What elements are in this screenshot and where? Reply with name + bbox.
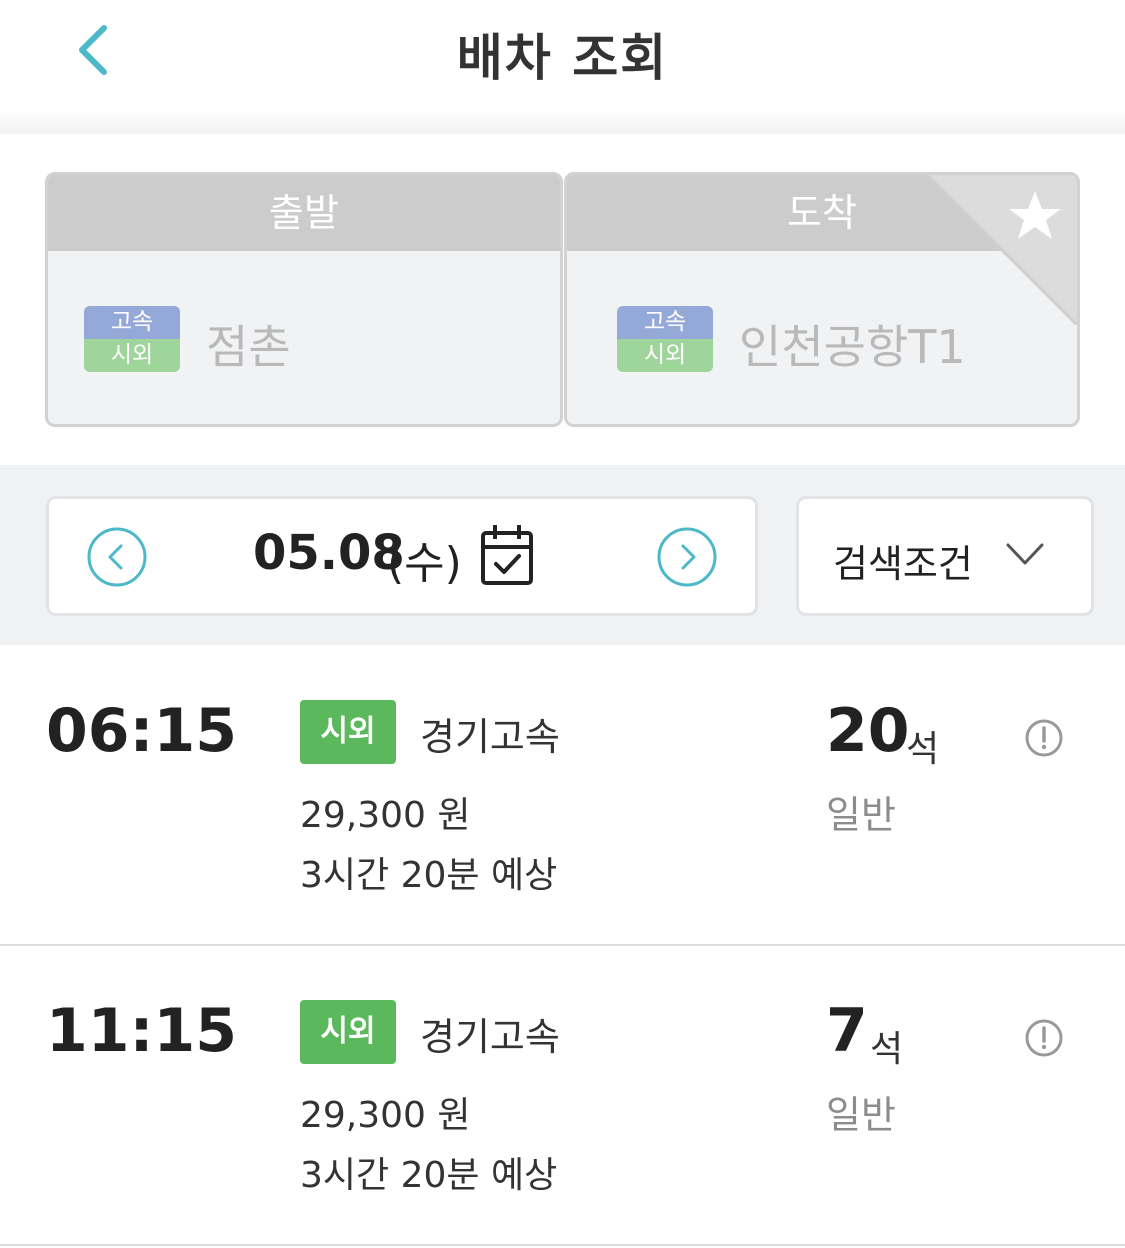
bus-schedule-screen: 배차 조회 출발 고속 시외 점촌 도착 고속 시외 인천공항T1 05.08 … <box>0 0 1125 1248</box>
arrival-card[interactable]: 도착 고속 시외 인천공항T1 <box>564 172 1080 427</box>
search-condition-label: 검색조건 <box>833 542 973 586</box>
express-badge: 고속 <box>617 306 713 339</box>
calendar-check-icon[interactable] <box>479 523 535 587</box>
departure-terminal: 점촌 <box>206 320 291 374</box>
departure-body: 고속 시외 점촌 <box>48 251 560 424</box>
seats-unit: 석 <box>870 1029 904 1070</box>
bus-company: 경기고속 <box>420 1015 560 1059</box>
schedule-row[interactable]: 06:15 시외 경기고속 29,300 원 3시간 20분 예상 20 석 일… <box>0 646 1125 946</box>
info-exclamation-icon[interactable] <box>1024 718 1064 758</box>
terminal-type-badge: 고속 시외 <box>84 306 180 372</box>
bus-type-badge: 시외 <box>300 700 396 764</box>
intercity-badge: 시외 <box>617 339 713 372</box>
departure-card[interactable]: 출발 고속 시외 점촌 <box>45 172 563 427</box>
departure-time: 06:15 <box>46 696 237 766</box>
bus-grade: 일반 <box>826 793 896 837</box>
info-exclamation-icon[interactable] <box>1024 1018 1064 1058</box>
fare: 29,300 원 <box>300 795 471 836</box>
page-title: 배차 조회 <box>456 29 669 87</box>
estimated-duration: 3시간 20분 예상 <box>300 855 558 896</box>
express-badge: 고속 <box>84 306 180 339</box>
search-condition-dropdown[interactable]: 검색조건 <box>796 496 1094 616</box>
schedule-row[interactable]: 11:15 시외 경기고속 29,300 원 3시간 20분 예상 7 석 일반 <box>0 946 1125 1246</box>
selected-weekday: (수) <box>387 538 462 589</box>
remaining-seats: 20 <box>826 696 910 766</box>
terminal-type-badge: 고속 시외 <box>617 306 713 372</box>
header-divider <box>0 112 1125 134</box>
bus-company: 경기고속 <box>420 715 560 759</box>
bus-type-badge: 시외 <box>300 1000 396 1064</box>
bus-grade: 일반 <box>826 1093 896 1137</box>
app-header: 배차 조회 <box>0 0 1125 134</box>
row-divider <box>0 1244 1125 1246</box>
date-selector: 05.08 (수) <box>46 496 758 616</box>
seats-unit: 석 <box>906 729 940 770</box>
selected-date[interactable]: 05.08 <box>253 525 405 581</box>
departure-time: 11:15 <box>46 996 237 1066</box>
departure-header: 출발 <box>48 175 560 251</box>
prev-date-button[interactable] <box>87 527 147 587</box>
chevron-down-icon <box>1006 543 1044 565</box>
fare: 29,300 원 <box>300 1095 471 1136</box>
intercity-badge: 시외 <box>84 339 180 372</box>
remaining-seats: 7 <box>826 996 868 1066</box>
favorite-button[interactable] <box>927 175 1077 325</box>
next-date-button[interactable] <box>657 527 717 587</box>
estimated-duration: 3시간 20분 예상 <box>300 1155 558 1196</box>
